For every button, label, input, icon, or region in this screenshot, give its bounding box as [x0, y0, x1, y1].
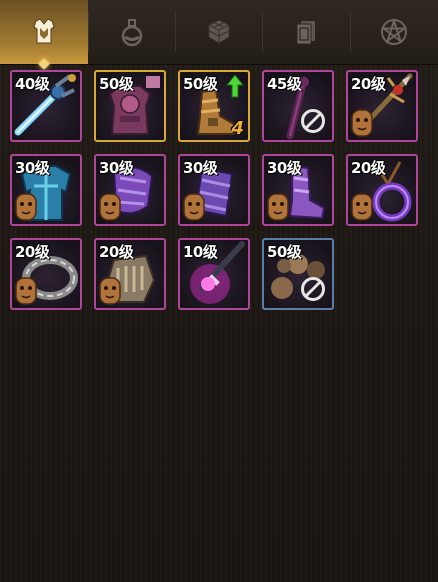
cubes-icon	[208, 19, 230, 44]
upgrade-arrow-icon	[226, 74, 244, 98]
character-portrait-icon	[183, 193, 205, 221]
active-tab-marker	[38, 58, 50, 70]
inventory-slot[interactable]: 4 50级	[178, 70, 250, 142]
armor-icon	[33, 18, 55, 44]
item-level: 30级	[15, 159, 50, 177]
item-level: 50级	[267, 243, 302, 261]
item-level: 20级	[351, 159, 386, 177]
category-tab-bar	[0, 0, 438, 70]
tab-materials[interactable]	[175, 0, 263, 64]
item-level: 50级	[99, 75, 134, 93]
item-count: 4	[231, 118, 244, 139]
inventory-slot[interactable]: 50级	[94, 70, 166, 142]
inventory-slot[interactable]: 30级	[178, 154, 250, 226]
unusable-icon	[301, 109, 325, 133]
inventory-grid: 40级 50级 4 50级 45级 20级 30级 30级 30级 30级 20…	[10, 70, 430, 320]
pentagram-icon	[380, 17, 408, 45]
item-level: 20级	[15, 243, 50, 261]
item-level: 30级	[99, 159, 134, 177]
item-level: 20级	[99, 243, 134, 261]
item-level: 10级	[183, 243, 218, 261]
item-level: 45级	[267, 75, 302, 93]
character-portrait-icon	[267, 193, 289, 221]
inventory-slot[interactable]: 20级	[94, 238, 166, 310]
cards-icon	[296, 21, 315, 45]
inventory-slot[interactable]: 20级	[10, 238, 82, 310]
item-level: 40级	[15, 75, 50, 93]
item-level: 30级	[267, 159, 302, 177]
tab-cards[interactable]	[262, 0, 350, 64]
character-portrait-icon	[15, 193, 37, 221]
inventory-slot[interactable]: 20级	[346, 70, 418, 142]
inventory-slot[interactable]: 45级	[262, 70, 334, 142]
item-level: 30级	[183, 159, 218, 177]
tab-pentagram[interactable]	[350, 0, 438, 64]
character-portrait-icon	[99, 193, 121, 221]
item-level: 20级	[351, 75, 386, 93]
inventory-slot[interactable]: 40级	[10, 70, 82, 142]
inventory-slot[interactable]: 20级	[346, 154, 418, 226]
inventory-slot[interactable]: 50级	[262, 238, 334, 310]
character-portrait-icon	[351, 193, 373, 221]
item-level: 50级	[183, 75, 218, 93]
inventory-slot[interactable]: 30级	[262, 154, 334, 226]
inventory-slot[interactable]: 30级	[94, 154, 166, 226]
character-portrait-icon	[351, 109, 373, 137]
unusable-icon	[301, 277, 325, 301]
character-portrait-icon	[15, 277, 37, 305]
potion-icon	[121, 19, 143, 47]
character-portrait-icon	[99, 277, 121, 305]
tab-potions[interactable]	[88, 0, 176, 64]
tab-equipment[interactable]	[0, 0, 88, 70]
inventory-slot[interactable]: 10级	[178, 238, 250, 310]
inventory-slot[interactable]: 30级	[10, 154, 82, 226]
